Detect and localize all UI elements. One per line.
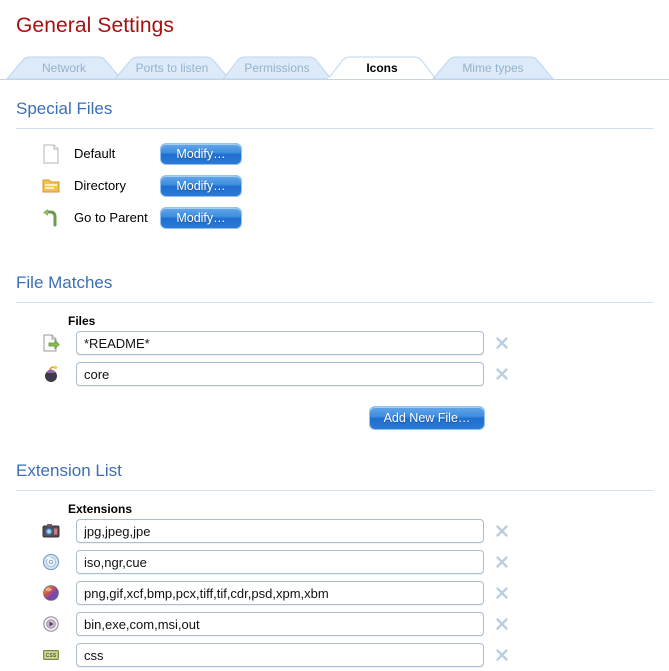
tab-mime-types[interactable]: Mime types [432,56,554,79]
delete-row-icon[interactable] [494,616,510,632]
extension-input[interactable] [76,550,484,574]
delete-row-icon[interactable] [494,335,510,351]
tab-label: Ports to listen [114,56,230,79]
file-match-row [0,362,669,390]
file-match-input[interactable] [76,362,484,386]
tab-label: Permissions [222,56,332,79]
folder-icon [42,176,60,196]
column-header-extensions: Extensions [68,502,132,516]
tab-bar-underline [0,79,669,80]
svg-text:CSS: CSS [46,653,57,659]
camera-icon [42,522,60,540]
special-file-row: Go to Parent Modify… [0,207,669,233]
column-header-files: Files [68,314,95,328]
go-to-parent-icon [42,208,60,228]
section-rule [16,128,653,129]
section-rule [16,302,653,303]
tab-permissions[interactable]: Permissions [222,56,332,79]
tab-label: Icons [327,56,437,79]
special-file-label: Go to Parent [74,210,148,225]
delete-row-icon[interactable] [494,585,510,601]
special-file-row: Directory Modify… [0,175,669,201]
extension-input[interactable] [76,643,484,667]
document-icon [42,144,60,164]
extension-input[interactable] [76,581,484,605]
tab-network[interactable]: Network [6,56,122,79]
modify-button-label: Modify… [161,208,241,229]
special-file-label: Directory [74,178,126,193]
css-icon: CSS [42,646,60,664]
extension-row: CSS [0,643,669,671]
section-heading-special-files: Special Files [16,99,112,119]
tab-bar: Network Ports to listen Permissions Icon… [0,56,669,80]
add-new-file-button[interactable]: Add New File… [369,406,485,430]
disc-icon [42,553,60,571]
delete-row-icon[interactable] [494,647,510,663]
extension-row [0,581,669,609]
graphics-icon [42,584,60,602]
tab-icons[interactable]: Icons [327,56,437,79]
modify-button-go-to-parent[interactable]: Modify… [160,207,242,229]
tab-label: Mime types [432,56,554,79]
extension-row [0,550,669,578]
file-match-input[interactable] [76,331,484,355]
document-arrow-icon [42,334,60,352]
executable-icon [42,615,60,633]
modify-button-label: Modify… [161,176,241,197]
modify-button-default[interactable]: Modify… [160,143,242,165]
add-new-file-label: Add New File… [370,407,484,430]
tab-ports-to-listen[interactable]: Ports to listen [114,56,230,79]
section-heading-extension-list: Extension List [16,461,122,481]
special-file-label: Default [74,146,115,161]
delete-row-icon[interactable] [494,523,510,539]
page-title: General Settings [16,14,174,38]
core-dump-icon [42,365,60,383]
extension-input[interactable] [76,519,484,543]
file-match-row [0,331,669,359]
section-heading-file-matches: File Matches [16,273,112,293]
extension-row [0,519,669,547]
extension-row [0,612,669,640]
special-file-row: Default Modify… [0,143,669,169]
tab-label: Network [6,56,122,79]
modify-button-directory[interactable]: Modify… [160,175,242,197]
delete-row-icon[interactable] [494,554,510,570]
delete-row-icon[interactable] [494,366,510,382]
section-rule [16,490,653,491]
modify-button-label: Modify… [161,144,241,165]
extension-input[interactable] [76,612,484,636]
